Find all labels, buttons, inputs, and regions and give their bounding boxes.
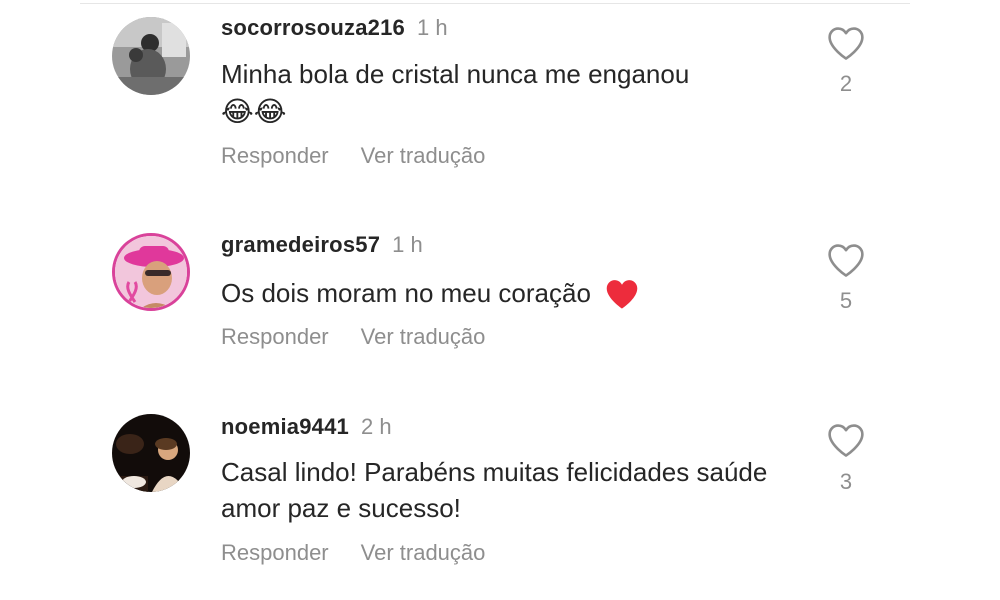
comment-actions: Responder Ver tradução bbox=[221, 324, 485, 350]
comment-header: socorrosouza216 1 h bbox=[221, 15, 448, 41]
see-translation-button[interactable]: Ver tradução bbox=[361, 143, 486, 168]
comment-text: Minha bola de cristal nunca me enganou 😂… bbox=[221, 56, 791, 130]
like-count: 2 bbox=[839, 71, 853, 96]
comment-item: socorrosouza216 1 h Minha bola de cristal… bbox=[0, 0, 1000, 200]
reply-button[interactable]: Responder bbox=[221, 540, 329, 565]
see-translation-button[interactable]: Ver tradução bbox=[361, 540, 486, 565]
like-count: 3 bbox=[839, 469, 853, 494]
heart-icon[interactable] bbox=[826, 422, 866, 458]
avatar[interactable] bbox=[112, 414, 190, 492]
comment-header: noemia9441 2 h bbox=[221, 414, 392, 440]
timestamp: 2 h bbox=[360, 414, 392, 439]
heart-icon[interactable] bbox=[826, 242, 866, 278]
username[interactable]: socorrosouza216 bbox=[221, 15, 405, 40]
username[interactable]: noemia9441 bbox=[221, 414, 349, 439]
timestamp: 1 h bbox=[416, 15, 448, 40]
comment-header: gramedeiros57 1 h bbox=[221, 232, 423, 258]
reply-button[interactable]: Responder bbox=[221, 324, 329, 349]
timestamp: 1 h bbox=[392, 232, 423, 257]
comment-item: gramedeiros57 1 h Os dois moram no meu co… bbox=[0, 215, 1000, 385]
like-count: 5 bbox=[839, 288, 853, 313]
username[interactable]: gramedeiros57 bbox=[221, 232, 380, 257]
heart-icon[interactable] bbox=[826, 25, 866, 61]
avatar[interactable] bbox=[112, 233, 190, 311]
comment-item: noemia9441 2 h Casal lindo! Parabéns muit… bbox=[0, 398, 1000, 598]
comment-text: Os dois moram no meu coração bbox=[221, 275, 791, 313]
comment-actions: Responder Ver tradução bbox=[221, 540, 485, 566]
comment-text-content: Minha bola de cristal nunca me enganou bbox=[221, 59, 690, 89]
see-translation-button[interactable]: Ver tradução bbox=[361, 324, 486, 349]
laughing-emoji: 😂😂 bbox=[221, 96, 287, 128]
reply-button[interactable]: Responder bbox=[221, 143, 329, 168]
red-heart-emoji bbox=[604, 277, 640, 313]
comment-text: Casal lindo! Parabéns muitas felicidades… bbox=[221, 457, 768, 523]
comment-text-content: Os dois moram no meu coração bbox=[221, 278, 591, 308]
avatar[interactable] bbox=[112, 17, 190, 95]
comment-actions: Responder Ver tradução bbox=[221, 143, 485, 169]
